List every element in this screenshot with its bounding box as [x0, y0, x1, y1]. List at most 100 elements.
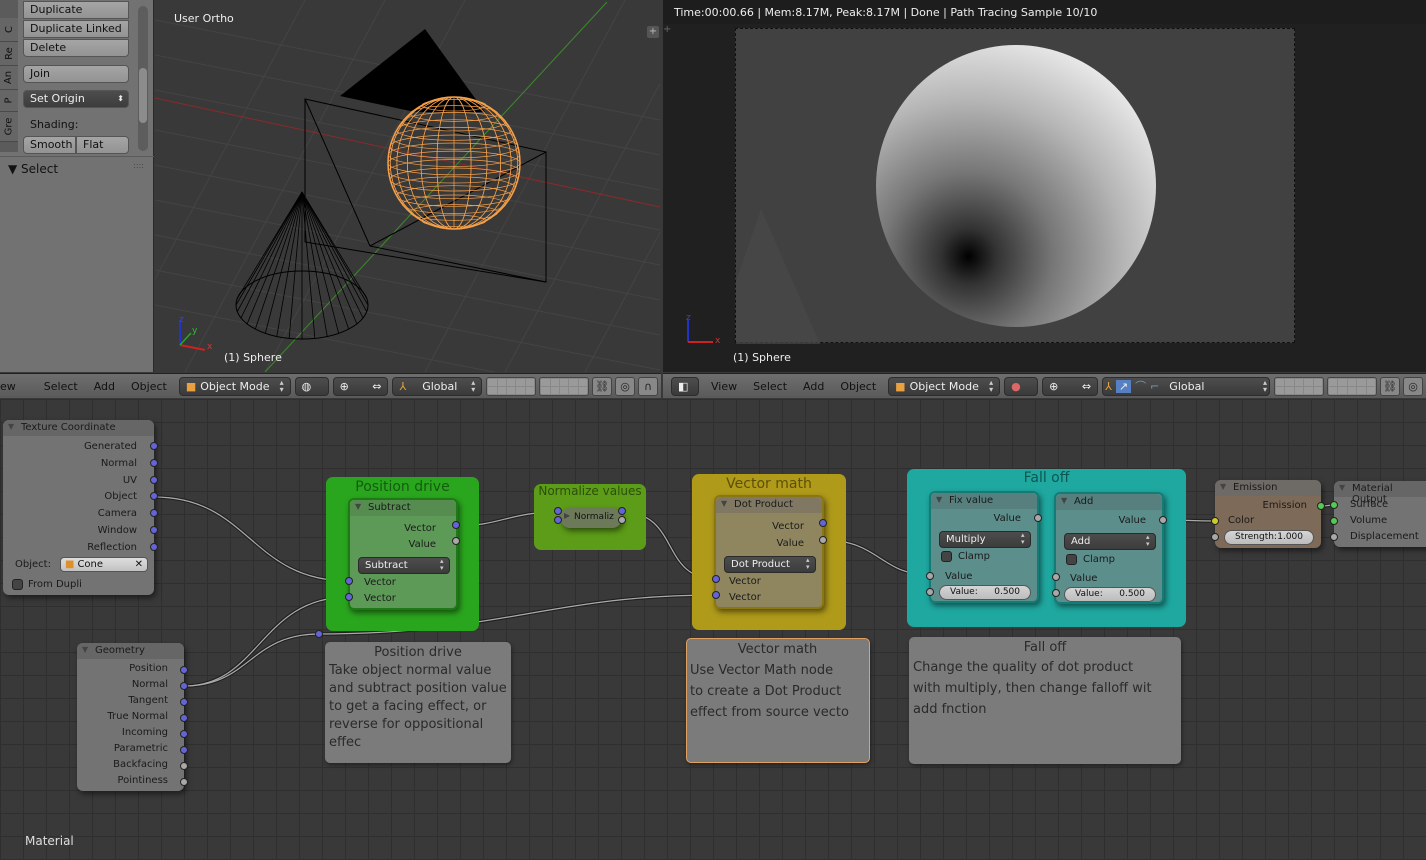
pivot-dropdown[interactable]: ⊕ ⇔	[1042, 376, 1099, 396]
duplicate-linked-button[interactable]: Duplicate Linked	[23, 20, 129, 38]
clamp-checkbox[interactable]	[941, 551, 952, 562]
operation-dropdown[interactable]: Dot Product	[724, 556, 816, 573]
note-fall-off[interactable]: Fall off Change the quality of dot produ…	[909, 637, 1181, 764]
shading-dropdown[interactable]: ●	[1004, 376, 1039, 396]
emission-node[interactable]: Emission Emission Color Strength:1.000	[1215, 480, 1321, 548]
lock-layers-icon[interactable]: ⛓	[592, 376, 613, 396]
node-header[interactable]: Subtract	[350, 500, 456, 516]
shading-dropdown[interactable]: ◍	[294, 376, 329, 396]
pivot-dropdown[interactable]: ⊕ ⇔	[332, 376, 389, 396]
subtract-value-output-socket[interactable]	[452, 537, 460, 545]
node-header[interactable]: Dot Product	[716, 497, 822, 513]
layer-grid-2[interactable]	[1327, 376, 1378, 396]
surface-input-socket[interactable]	[1330, 501, 1338, 509]
subtract-node[interactable]: Subtract Vector Value Subtract Vector Ve…	[348, 498, 458, 610]
node-header[interactable]: Fix value	[931, 493, 1037, 509]
tab-relations[interactable]: Re	[0, 42, 18, 66]
geometry-node[interactable]: Geometry Position Normal Tangent True Norma…	[77, 643, 184, 791]
texture-coordinate-node[interactable]: Texture Coordinate Generated Normal UV Obje…	[3, 420, 154, 595]
subtract-vector-input-socket[interactable]	[345, 577, 353, 585]
flat-button[interactable]: Flat	[76, 136, 129, 154]
layer-grid-1[interactable]	[486, 376, 537, 396]
clamp-checkbox[interactable]	[1066, 554, 1077, 565]
normalize-output-socket[interactable]	[618, 516, 626, 524]
menu-object[interactable]: Object	[123, 380, 175, 393]
normalize-node-collapsed[interactable]: ▶ Normaliz	[560, 508, 622, 528]
node-header[interactable]: Emission	[1215, 480, 1321, 496]
menu-select[interactable]: Select	[745, 380, 795, 393]
from-dupli-checkbox[interactable]	[12, 579, 23, 590]
multiply-value-input-socket[interactable]	[926, 588, 934, 596]
value-field[interactable]: Value: 0.500	[1064, 587, 1156, 602]
orientation-dropdown[interactable]: ⅄ Global ▴ ▾	[392, 376, 483, 396]
dot-vector-input-socket[interactable]	[712, 591, 720, 599]
expand-triangle-icon[interactable]: ▶	[564, 511, 570, 520]
object-field[interactable]: ■ Cone ✕	[60, 557, 148, 572]
menu-select[interactable]: Select	[36, 380, 86, 393]
tab-create[interactable]: C	[0, 18, 18, 42]
note-vector-math[interactable]: Vector math Use Vector Math node to crea…	[686, 638, 870, 763]
geometry-output-socket[interactable]	[180, 730, 188, 738]
manipulator-group[interactable]: ⅄ ↗ ⌒ ⌐ Global ▴ ▾	[1102, 376, 1271, 396]
fix-value-math-node[interactable]: Fix value Value Multiply Clamp Value Val…	[929, 491, 1039, 603]
emission-output-socket[interactable]	[1317, 502, 1325, 510]
reroute-socket[interactable]	[315, 630, 323, 638]
smooth-button[interactable]: Smooth	[23, 136, 76, 154]
join-button[interactable]: Join	[23, 65, 129, 83]
operation-dropdown[interactable]: Multiply	[939, 531, 1031, 548]
menu-object[interactable]: Object	[832, 380, 884, 393]
frame-vector-math[interactable]: Vector math Dot Product Vector Value Dot…	[692, 474, 846, 630]
operation-dropdown[interactable]: Add	[1064, 533, 1156, 550]
add-value-input-socket[interactable]	[1052, 589, 1060, 597]
emission-color-input-socket[interactable]	[1211, 517, 1219, 525]
geometry-output-socket[interactable]	[180, 666, 188, 674]
editor-type-dropdown[interactable]: ◧	[671, 376, 699, 396]
mode-dropdown[interactable]: ■ Object Mode ▴ ▾	[178, 376, 291, 396]
tab-animation[interactable]: An	[0, 66, 18, 90]
volume-input-socket[interactable]	[1330, 517, 1338, 525]
rotate-icon[interactable]: ⌒	[1135, 378, 1146, 394]
displacement-input-socket[interactable]	[1330, 533, 1338, 541]
geometry-output-socket[interactable]	[180, 698, 188, 706]
lock-layers-icon[interactable]: ⛓	[1380, 376, 1401, 396]
geometry-output-socket[interactable]	[180, 682, 188, 690]
normalize-output-socket[interactable]	[618, 507, 626, 515]
texture-coordinate-output-socket[interactable]	[150, 458, 158, 467]
dot-value-output-socket[interactable]	[819, 536, 827, 544]
frame-normalize-values[interactable]: Normalize values ▶ Normaliz	[534, 484, 646, 550]
set-origin-dropdown[interactable]: Set Origin ⬍	[23, 90, 129, 108]
normalize-input-socket[interactable]	[554, 507, 562, 515]
dot-vector-input-socket[interactable]	[712, 575, 720, 583]
plus-icon[interactable]: +	[663, 24, 673, 36]
node-header[interactable]: Texture Coordinate	[3, 420, 154, 436]
snap-icon[interactable]: ∩	[638, 376, 659, 396]
frame-fall-off[interactable]: Fall off Fix value Value Multiply Clamp …	[907, 469, 1186, 627]
normalize-input-socket[interactable]	[554, 516, 562, 524]
multiply-value-output-socket[interactable]	[1034, 514, 1042, 522]
node-header[interactable]: Material Output	[1334, 481, 1426, 505]
dot-vector-output-socket[interactable]	[819, 519, 827, 527]
add-math-node[interactable]: Add Value Add Clamp Value Value: 0.500	[1054, 492, 1164, 604]
geometry-output-socket[interactable]	[180, 778, 188, 786]
texture-coordinate-output-socket[interactable]	[150, 442, 158, 450]
sphere-wireframe[interactable]	[387, 96, 521, 230]
texture-coordinate-output-socket[interactable]	[150, 542, 158, 551]
delete-button[interactable]: Delete	[23, 39, 129, 57]
node-editor[interactable]: Texture Coordinate Generated Normal UV Obje…	[0, 399, 1426, 860]
menu-add[interactable]: Add	[795, 380, 832, 393]
texture-coordinate-output-socket[interactable]	[150, 475, 158, 484]
multiply-value-input-socket[interactable]	[926, 572, 934, 580]
scale-icon[interactable]: ⌐	[1150, 380, 1159, 393]
node-header[interactable]: Geometry	[77, 643, 184, 659]
geometry-output-socket[interactable]	[180, 714, 188, 722]
tab-physics[interactable]: P	[0, 90, 18, 112]
proportional-edit-icon[interactable]: ◎	[615, 376, 636, 396]
subtract-vector-output-socket[interactable]	[452, 521, 460, 529]
subtract-vector-input-socket[interactable]	[345, 593, 353, 601]
duplicate-button[interactable]: Duplicate	[23, 1, 129, 19]
menu-view[interactable]: View	[703, 380, 745, 393]
tab-grease-pencil[interactable]: Gre	[0, 112, 18, 142]
scrollbar-thumb[interactable]	[139, 68, 147, 123]
plus-icon[interactable]: +	[647, 26, 659, 38]
dot-product-node[interactable]: Dot Product Vector Value Dot Product Vec…	[714, 495, 824, 609]
